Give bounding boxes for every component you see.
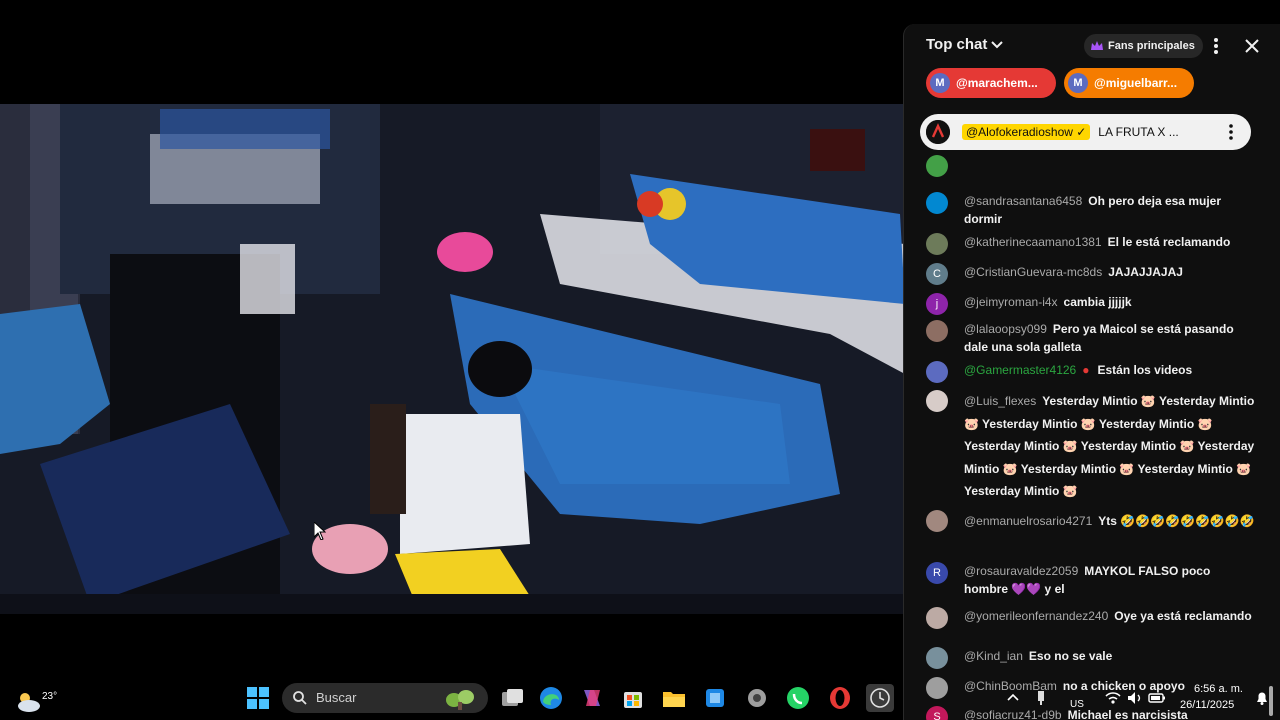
clock-date[interactable]: 26/11/2025 xyxy=(1180,699,1234,711)
opera-browser-icon[interactable] xyxy=(826,684,854,712)
avatar xyxy=(926,155,948,177)
top-fans-button[interactable]: Fans principales xyxy=(1084,34,1203,58)
input-language[interactable]: US xyxy=(1070,699,1084,710)
cloud-sun-icon xyxy=(18,693,40,712)
chevron-up-icon[interactable] xyxy=(1005,690,1021,706)
wifi-icon[interactable] xyxy=(1104,689,1122,707)
file-explorer-icon[interactable] xyxy=(660,684,688,712)
message-author[interactable]: @CristianGuevara-mc8ds xyxy=(964,265,1102,279)
whatsapp-icon[interactable] xyxy=(784,684,812,712)
super-chat-ticker: M @marachem... M @miguelbarr... xyxy=(926,68,1194,100)
usb-device-icon[interactable] xyxy=(1032,689,1050,707)
notification-bell-icon[interactable] xyxy=(1254,690,1270,706)
ticker-item[interactable]: M @miguelbarr... xyxy=(1064,68,1194,98)
message-author[interactable]: @yomerileonfernandez240 xyxy=(964,609,1108,623)
avatar xyxy=(926,647,948,669)
message-author[interactable]: @katherinecaamano1381 xyxy=(964,235,1102,249)
taskbar-search-box[interactable]: Buscar xyxy=(282,683,488,713)
avatar xyxy=(926,677,948,699)
search-icon xyxy=(293,691,307,705)
message-author[interactable]: @Luis_flexes xyxy=(964,394,1036,408)
more-options-icon[interactable] xyxy=(1227,123,1235,141)
message-author[interactable]: @Kind_ian xyxy=(964,649,1023,663)
video-player[interactable] xyxy=(0,104,905,614)
search-placeholder: Buscar xyxy=(316,690,357,705)
screen: Top chat Fans principales M @marachem... xyxy=(0,0,1280,720)
message-author[interactable]: @jeimyroman-i4x xyxy=(964,295,1058,309)
app-tile-icon[interactable] xyxy=(701,684,729,712)
task-view-icon[interactable] xyxy=(498,684,526,712)
message-text: cambia jjjjjk xyxy=(1063,295,1132,309)
ticker-avatar: M xyxy=(1068,73,1088,93)
more-options-icon[interactable] xyxy=(1207,36,1225,56)
clock-time[interactable]: 6:56 a. m. xyxy=(1194,683,1243,695)
avatar xyxy=(926,233,948,255)
pinned-avatar xyxy=(926,120,950,144)
weather-widget[interactable]: 23° xyxy=(14,684,57,714)
top-fans-label: Fans principales xyxy=(1108,40,1195,52)
message-author[interactable]: @sandrasantana6458 xyxy=(964,194,1082,208)
avatar xyxy=(926,361,948,383)
ticker-name: @marachem... xyxy=(956,76,1038,90)
message-author[interactable]: @rosauravaldez2059 xyxy=(964,564,1078,578)
chat-header: Top chat Fans principales xyxy=(904,24,1280,68)
crown-icon xyxy=(1091,41,1103,50)
video-frame xyxy=(0,104,905,614)
message-text: Eso no se vale xyxy=(1028,649,1113,663)
edge-browser-icon[interactable] xyxy=(537,684,565,712)
windows-taskbar: 23° Buscar xyxy=(0,676,903,720)
avatar xyxy=(926,390,948,412)
message-text: El le está reclamando xyxy=(1107,235,1231,249)
alofoke-logo-icon xyxy=(926,120,950,144)
windows-start-icon[interactable] xyxy=(244,684,272,712)
copilot-icon[interactable] xyxy=(578,684,606,712)
clock-app-icon[interactable] xyxy=(866,684,894,712)
avatar xyxy=(926,320,948,342)
close-icon[interactable] xyxy=(1242,36,1262,56)
message-author[interactable]: @lalaoopsy099 xyxy=(964,322,1047,336)
message-text: Están los videos xyxy=(1097,363,1193,377)
message-text: Yts 🤣🤣🤣🤣🤣🤣🤣🤣🤣 xyxy=(1098,514,1255,528)
pinned-message-banner[interactable]: @Alofokeradioshow ✓ LA FRUTA X ... xyxy=(920,114,1251,150)
avatar xyxy=(926,510,948,532)
weather-temperature: 23° xyxy=(42,691,58,702)
avatar: R xyxy=(926,562,948,584)
mouse-cursor-icon xyxy=(314,522,326,540)
avatar xyxy=(926,607,948,629)
avatar: S xyxy=(926,706,948,720)
message-author[interactable]: @Gamermaster4126 xyxy=(964,363,1076,377)
search-highlight-icon xyxy=(446,690,474,710)
avatar: C xyxy=(926,263,948,285)
ticker-name: @miguelbarr... xyxy=(1094,76,1178,90)
pinned-text: LA FRUTA X ... xyxy=(1098,125,1179,139)
chat-message-list[interactable]: @sandrasantana6458 Oh pero deja esa mujer… xyxy=(904,152,1280,720)
live-chat-panel: Top chat Fans principales M @marachem... xyxy=(903,24,1280,720)
chevron-down-icon[interactable] xyxy=(990,38,1004,52)
microsoft-store-icon[interactable] xyxy=(619,684,647,712)
chat-message xyxy=(926,155,1256,177)
chat-mode-title[interactable]: Top chat xyxy=(926,36,987,53)
volume-icon[interactable] xyxy=(1126,689,1144,707)
avatar xyxy=(926,192,948,214)
battery-icon[interactable] xyxy=(1148,689,1166,707)
message-author[interactable]: @enmanuelrosario4271 xyxy=(964,514,1092,528)
message-text: Yesterday Mintio 🐷 Yesterday Mintio 🐷 Ye… xyxy=(964,394,1255,498)
avatar: j xyxy=(926,293,948,315)
ticker-item[interactable]: M @marachem... xyxy=(926,68,1056,98)
verified-member-icon: ● xyxy=(1082,363,1090,377)
system-tray: US 6:56 a. m. 26/11/2025 xyxy=(1000,676,1280,720)
message-text: Oye ya está reclamando xyxy=(1114,609,1252,623)
ticker-avatar: M xyxy=(930,73,950,93)
settings-gear-icon[interactable] xyxy=(743,684,771,712)
pinned-author[interactable]: @Alofokeradioshow ✓ xyxy=(962,124,1091,140)
message-text: JAJAJJAJAJ xyxy=(1108,265,1183,279)
